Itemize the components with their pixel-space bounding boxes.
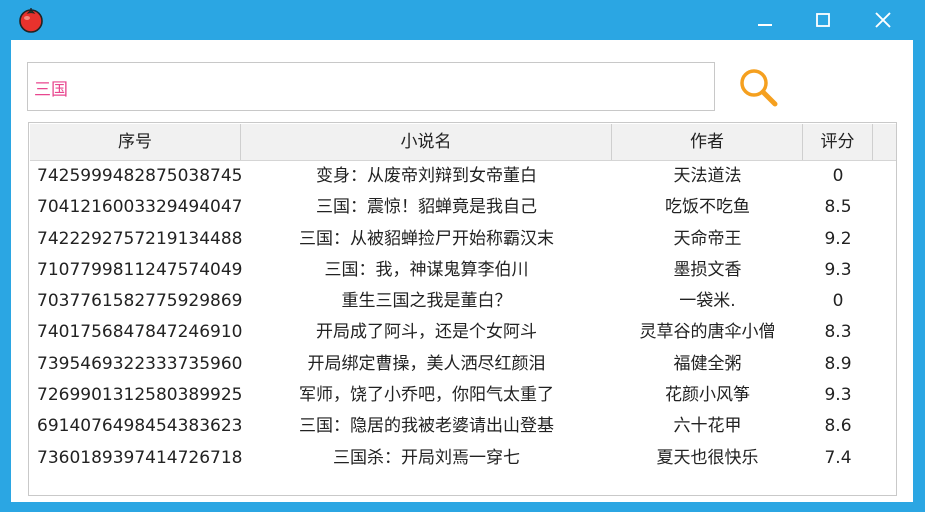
cell-title: 三国：震惊！貂蝉竟是我自己 <box>316 197 537 218</box>
cell-id: 7360189397414726718 <box>37 447 242 468</box>
cell-score: 9.3 <box>824 385 852 406</box>
cell-id: 7422292757219134488 <box>37 228 242 249</box>
table-body: 7425999482875038745 变身：从废帝刘辩到女帝董白 天法道法 0… <box>30 161 896 474</box>
table-row[interactable]: 6914076498454383623 三国：隐居的我被老婆请出山登基 六十花甲… <box>30 411 896 442</box>
cell-score: 0 <box>832 166 844 186</box>
cell-author: 一袋米. <box>679 291 736 312</box>
title-bar[interactable] <box>0 0 925 40</box>
cell-author: 天命帝王 <box>673 228 742 249</box>
cell-author: 六十花甲 <box>673 416 742 437</box>
cell-id: 7395469322333735960 <box>37 353 242 374</box>
cell-id: 6914076498454383623 <box>37 416 242 437</box>
column-header-id[interactable]: 序号 <box>30 124 241 160</box>
cell-score: 8.5 <box>824 197 852 218</box>
cell-title: 变身：从废帝刘辩到女帝董白 <box>316 166 537 186</box>
tomato-icon <box>17 5 45 33</box>
cell-id: 7401756847847246910 <box>37 322 242 343</box>
close-button[interactable] <box>854 0 912 40</box>
search-box[interactable] <box>27 62 715 111</box>
search-input[interactable] <box>34 75 704 99</box>
cell-title: 三国：隐居的我被老婆请出山登基 <box>299 416 554 437</box>
table-row[interactable]: 7107799811247574049 三国：我，神谋鬼算李伯川 墨损文香 9.… <box>30 255 896 286</box>
cell-id: 7425999482875038745 <box>37 166 242 186</box>
minimize-icon <box>758 24 772 26</box>
table-row[interactable]: 7422292757219134488 三国：从被貂蝉捡尸开始称霸汉末 天命帝王… <box>30 224 896 255</box>
cell-author: 天法道法 <box>673 166 742 186</box>
cell-score: 8.3 <box>824 322 852 343</box>
cell-title: 军师，饶了小乔吧，你阳气太重了 <box>299 385 554 406</box>
maximize-button[interactable] <box>794 0 852 40</box>
cell-score: 8.9 <box>824 353 852 374</box>
search-button[interactable] <box>737 66 781 110</box>
magnifier-icon <box>740 69 778 107</box>
main-panel: 序号 小说名 作者 评分 7425999482875038745 变身：从废帝刘… <box>11 40 913 502</box>
cell-title: 重生三国之我是董白？ <box>341 291 512 312</box>
table-row[interactable]: 7360189397414726718 三国杀：开局刘焉一穿七 夏天也很快乐 7… <box>30 443 896 474</box>
cell-score: 0 <box>832 291 844 312</box>
cell-author: 吃饭不吃鱼 <box>665 197 750 218</box>
cell-title: 三国：从被貂蝉捡尸开始称霸汉末 <box>299 228 554 249</box>
maximize-icon <box>816 13 830 27</box>
cell-id: 7041216003329494047 <box>37 197 242 218</box>
cell-author: 花颜小风筝 <box>665 385 750 406</box>
minimize-button[interactable] <box>736 0 794 40</box>
novel-table: 序号 小说名 作者 评分 7425999482875038745 变身：从废帝刘… <box>28 122 897 496</box>
cell-title: 三国杀：开局刘焉一穿七 <box>333 447 520 468</box>
cell-author: 墨损文香 <box>673 259 742 280</box>
table-row[interactable]: 7401756847847246910 开局成了阿斗，还是个女阿斗 灵草谷的唐伞… <box>30 317 896 348</box>
cell-score: 9.2 <box>824 228 852 249</box>
column-header-author[interactable]: 作者 <box>612 124 803 160</box>
table-row[interactable]: 7395469322333735960 开局绑定曹操，美人洒尽红颜泪 福健全粥 … <box>30 349 896 380</box>
close-icon <box>875 12 891 28</box>
table-row[interactable]: 7037761582775929869 重生三国之我是董白？ 一袋米. 0 <box>30 286 896 317</box>
cell-title: 开局绑定曹操，美人洒尽红颜泪 <box>307 353 546 374</box>
column-header-title[interactable]: 小说名 <box>241 124 612 160</box>
cell-title: 开局成了阿斗，还是个女阿斗 <box>316 322 537 343</box>
cell-author: 灵草谷的唐伞小僧 <box>639 322 776 343</box>
cell-title: 三国：我，神谋鬼算李伯川 <box>324 259 529 280</box>
cell-id: 7107799811247574049 <box>37 259 242 280</box>
table-row[interactable]: 7041216003329494047 三国：震惊！貂蝉竟是我自己 吃饭不吃鱼 … <box>30 192 896 223</box>
cell-author: 福健全粥 <box>673 353 742 374</box>
cell-score: 8.6 <box>824 416 852 437</box>
table-header: 序号 小说名 作者 评分 <box>30 124 896 161</box>
app-window: 序号 小说名 作者 评分 7425999482875038745 变身：从废帝刘… <box>0 0 925 512</box>
cell-author: 夏天也很快乐 <box>656 447 759 468</box>
cell-id: 7037761582775929869 <box>37 291 242 312</box>
cell-score: 7.4 <box>824 447 852 468</box>
cell-id: 7269901312580389925 <box>37 385 242 406</box>
table-row[interactable]: 7425999482875038745 变身：从废帝刘辩到女帝董白 天法道法 0 <box>30 161 896 192</box>
table-row[interactable]: 7269901312580389925 军师，饶了小乔吧，你阳气太重了 花颜小风… <box>30 380 896 411</box>
cell-score: 9.3 <box>824 259 852 280</box>
column-header-score[interactable]: 评分 <box>803 124 873 160</box>
column-header-filler <box>873 124 896 160</box>
